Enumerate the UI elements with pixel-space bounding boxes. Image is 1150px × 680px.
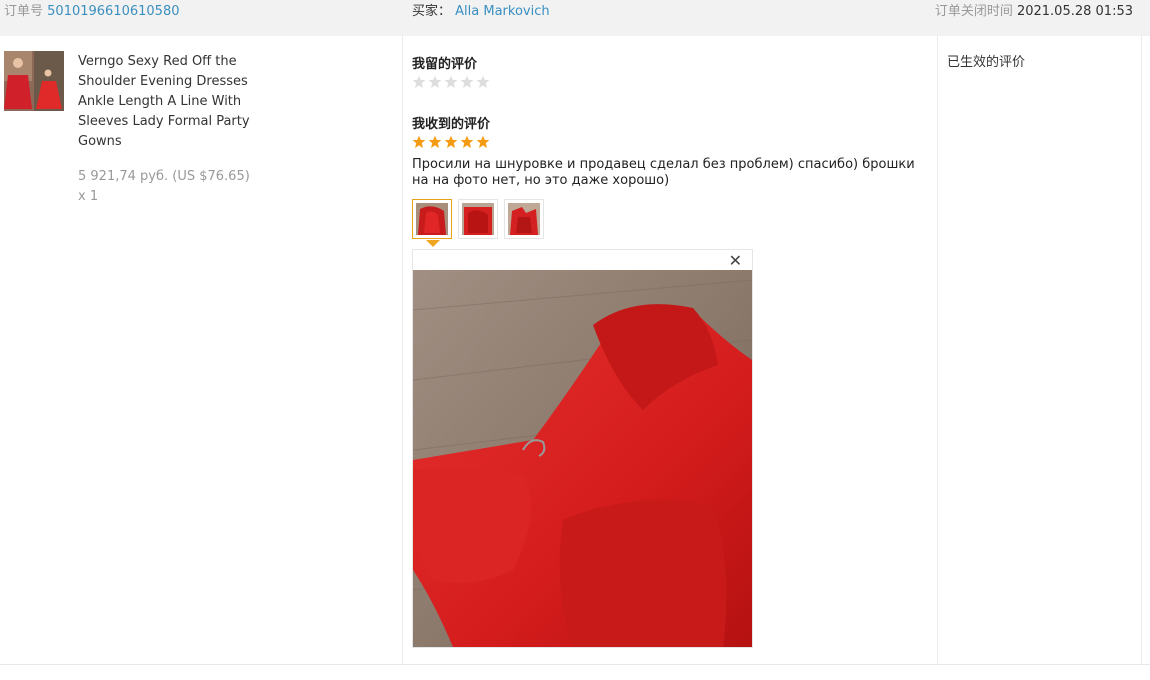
product-quantity: x 1 (78, 189, 99, 204)
column-divider (937, 36, 938, 664)
left-feedback-title: 我留的评价 (412, 57, 478, 72)
product-thumbnail[interactable] (4, 51, 64, 111)
closed-time-label: 订单关闭时间 (934, 4, 1013, 19)
effective-review-label: 已生效的评价 (947, 55, 1026, 70)
star-icon (444, 135, 458, 148)
review-photo-thumb[interactable] (504, 199, 544, 239)
star-icon (444, 75, 458, 88)
review-photo-thumb[interactable] (412, 199, 452, 239)
dress-photo-icon (416, 203, 448, 235)
buyer-name-link[interactable]: Alla Markovich (455, 4, 549, 19)
buyer-label: 买家： (412, 4, 452, 19)
column-divider (1141, 36, 1142, 664)
order-header: 订单号 5010196610610580 买家： Alla Markovich … (0, 0, 1150, 36)
star-icon (412, 75, 426, 88)
photo-preview-image (413, 270, 752, 647)
dress-photo-icon (462, 203, 494, 235)
order-label: 订单号 (4, 4, 44, 19)
star-icon (460, 75, 474, 88)
buyer-group: 买家： Alla Markovich (412, 0, 550, 24)
order-number-link[interactable]: 5010196610610580 (47, 4, 179, 19)
star-icon (476, 135, 490, 148)
column-divider (402, 36, 403, 664)
order-number-group: 订单号 5010196610610580 (4, 0, 180, 24)
star-icon (428, 135, 442, 148)
review-photo-thumb[interactable] (458, 199, 498, 239)
received-feedback-title: 我收到的评价 (412, 117, 491, 132)
dress-photo-icon (508, 203, 540, 235)
product-price: 5 921,74 руб. (US $76.65) (78, 169, 250, 184)
product-title-link[interactable]: Verngo Sexy Red Off the Shoulder Evening… (78, 52, 253, 152)
selected-photo-caret (426, 240, 440, 247)
star-icon (412, 135, 426, 148)
red-dress-thumbnail-icon (4, 51, 64, 111)
closed-time-value: 2021.05.28 01:53 (1016, 4, 1133, 19)
photo-preview-panel: ✕ (412, 249, 753, 648)
closed-time-group: 订单关闭时间 2021.05.28 01:53 (935, 0, 1133, 24)
star-icon (476, 75, 490, 88)
received-rating-stars (412, 135, 490, 149)
star-icon (460, 135, 474, 148)
left-rating-stars (412, 75, 490, 89)
review-photo-strip (412, 199, 544, 239)
review-comment: Просили на шнуровке и продавец сделал бе… (412, 157, 915, 188)
star-icon (428, 75, 442, 88)
close-icon[interactable]: ✕ (729, 252, 742, 270)
